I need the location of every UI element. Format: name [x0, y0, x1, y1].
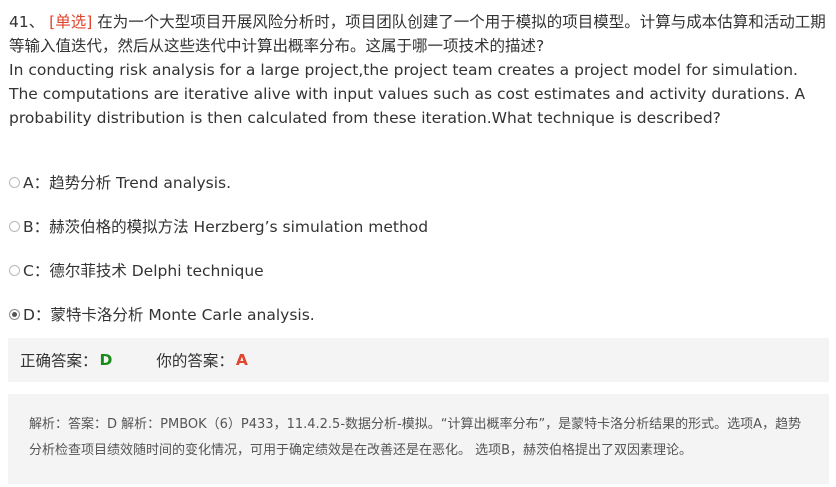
question-number: 41、: [9, 13, 45, 31]
question-text-cn: 在为一个大型项目开展风险分析时，项目团队创建了一个用于模拟的项目模型。计算与成本…: [9, 13, 826, 55]
question-block: 41、 [单选] 在为一个大型项目开展风险分析时，项目团队创建了一个用于模拟的项…: [9, 10, 831, 130]
options-list: A：趋势分析 Trend analysis. B：赫茨伯格的模拟方法 Herzb…: [9, 160, 829, 336]
question-cn: 41、 [单选] 在为一个大型项目开展风险分析时，项目团队创建了一个用于模拟的项…: [9, 10, 831, 58]
option-b-label: B：赫茨伯格的模拟方法 Herzberg’s simulation method: [23, 218, 429, 236]
option-b[interactable]: B：赫茨伯格的模拟方法 Herzberg’s simulation method: [9, 204, 829, 248]
option-a-radio[interactable]: [9, 176, 20, 188]
answer-panel: 正确答案： D 你的答案： A: [8, 338, 829, 382]
question-type-tag: [单选]: [49, 13, 93, 31]
option-a[interactable]: A：趋势分析 Trend analysis.: [9, 160, 829, 204]
your-answer-label: 你的答案：: [156, 352, 234, 370]
analysis-text: 解析：答案：D 解析：PMBOK（6）P433，11.4.2.5-数据分析-模拟…: [29, 417, 802, 458]
correct-answer-label: 正确答案：: [20, 352, 98, 370]
correct-answer-value: D: [99, 351, 113, 369]
option-c-label: C：德尔菲技术 Delphi technique: [23, 262, 264, 280]
option-d-label: D：蒙特卡洛分析 Monte Carle analysis.: [23, 306, 315, 324]
option-d[interactable]: D：蒙特卡洛分析 Monte Carle analysis.: [9, 292, 829, 336]
your-answer-value: A: [235, 351, 248, 369]
option-c-radio[interactable]: [9, 264, 20, 276]
option-d-radio[interactable]: [9, 308, 20, 320]
analysis-panel: 解析：答案：D 解析：PMBOK（6）P433，11.4.2.5-数据分析-模拟…: [8, 394, 829, 484]
option-b-radio[interactable]: [9, 220, 20, 232]
option-c[interactable]: C：德尔菲技术 Delphi technique: [9, 248, 829, 292]
question-text-en: In conducting risk analysis for a large …: [9, 61, 806, 127]
option-a-label: A：趋势分析 Trend analysis.: [23, 174, 232, 192]
